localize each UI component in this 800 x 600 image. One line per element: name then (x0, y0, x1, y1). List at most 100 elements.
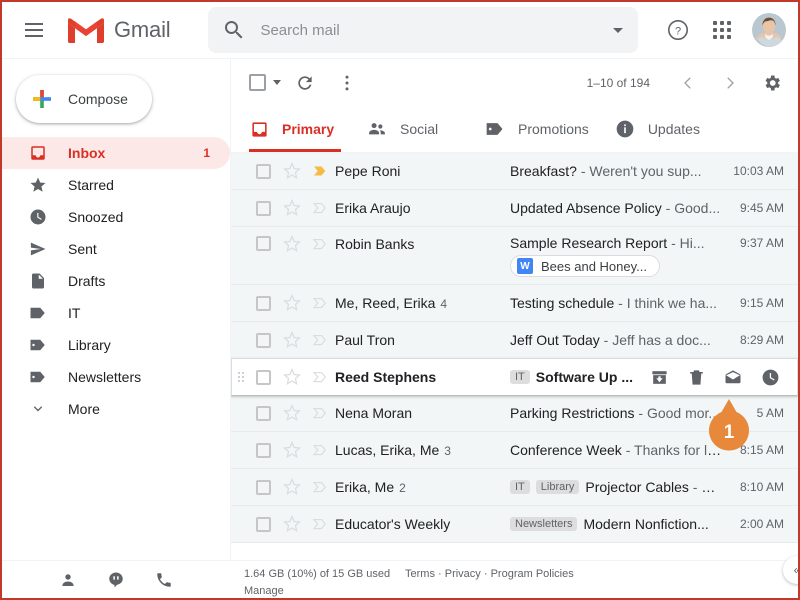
row-checkbox[interactable] (248, 516, 279, 532)
table-row[interactable]: Pepe Roni Breakfast? - Weren't you sup..… (231, 153, 798, 190)
sidebar-item-drafts[interactable]: Drafts (2, 265, 230, 297)
star-toggle[interactable] (279, 368, 305, 386)
subject-cell: Conference Week - Thanks for le... (510, 440, 724, 460)
sidebar-item-sent[interactable]: Sent (2, 233, 230, 265)
table-row[interactable]: Paul Tron Jeff Out Today - Jeff has a do… (231, 322, 798, 359)
privacy-link[interactable]: Privacy (445, 568, 481, 580)
next-page-button[interactable] (712, 65, 748, 101)
sidebar-item-it[interactable]: IT (2, 297, 230, 329)
row-checkbox[interactable] (248, 369, 279, 385)
manage-storage-link[interactable]: Manage (244, 583, 405, 598)
sidebar-item-starred[interactable]: Starred (2, 169, 230, 201)
important-marker-icon[interactable] (305, 199, 335, 217)
label-chip[interactable]: Newsletters (510, 517, 578, 531)
table-row[interactable]: Erika, Me 2 IT Library Projector Cables -… (231, 469, 798, 506)
sender-name: Lucas, Erika, Me 3 (335, 442, 451, 458)
important-marker-icon[interactable] (305, 404, 335, 422)
terms-link[interactable]: Terms (405, 568, 435, 580)
star-toggle[interactable] (279, 199, 305, 217)
star-toggle[interactable] (279, 478, 305, 496)
tab-primary[interactable]: Primary (239, 106, 357, 152)
attachment-chip[interactable]: W Bees and Honey... (510, 255, 660, 277)
subject-text: Modern Nonfiction... (583, 516, 709, 532)
sidebar-item-inbox[interactable]: Inbox 1 (2, 137, 230, 169)
hangouts-icon[interactable] (106, 570, 126, 590)
people-icon (367, 119, 387, 139)
subject-text: Software Up ... (535, 369, 634, 385)
compose-button[interactable]: Compose (16, 75, 152, 123)
archive-icon[interactable] (649, 367, 669, 387)
tab-updates[interactable]: Updates (605, 106, 723, 152)
important-marker-icon[interactable] (305, 478, 335, 496)
star-toggle[interactable] (279, 331, 305, 349)
delete-icon[interactable] (686, 367, 706, 387)
label-chip[interactable]: IT (510, 370, 530, 384)
sidebar-item-more[interactable]: More (2, 393, 230, 425)
more-options-button[interactable] (329, 65, 365, 101)
important-marker-icon[interactable] (305, 515, 335, 533)
google-apps-icon[interactable] (702, 10, 742, 50)
important-marker-icon[interactable] (305, 162, 335, 180)
label-icon (28, 367, 48, 387)
settings-gear-icon[interactable] (754, 65, 790, 101)
star-toggle[interactable] (279, 235, 305, 253)
email-time: 10:03 AM (733, 164, 784, 178)
table-row[interactable]: Erika Araujo Updated Absence Policy - Go… (231, 190, 798, 227)
table-row[interactable]: Educator's Weekly Newsletters Modern Non… (231, 506, 798, 543)
sidebar-item-library[interactable]: Library (2, 329, 230, 361)
sidebar-item-newsletters[interactable]: Newsletters (2, 361, 230, 393)
label-chip[interactable]: Library (535, 480, 580, 494)
previous-page-button[interactable] (670, 65, 706, 101)
tab-social[interactable]: Social (357, 106, 475, 152)
important-marker-icon[interactable] (305, 368, 335, 386)
drag-handle[interactable] (234, 372, 248, 382)
important-marker-icon[interactable] (305, 331, 335, 349)
row-checkbox[interactable] (248, 479, 279, 495)
top-bar-actions: ? (658, 10, 798, 50)
avatar[interactable] (752, 13, 786, 47)
phone-icon[interactable] (154, 570, 174, 590)
row-checkbox[interactable] (248, 405, 279, 421)
label-icon (28, 303, 48, 323)
label-icon (28, 335, 48, 355)
row-checkbox[interactable] (248, 332, 279, 348)
row-checkbox[interactable] (248, 200, 279, 216)
row-checkbox[interactable] (248, 163, 279, 179)
plus-icon (33, 90, 51, 108)
star-toggle[interactable] (279, 162, 305, 180)
table-row[interactable]: Me, Reed, Erika 4 Testing schedule - I th… (231, 285, 798, 322)
email-time: 5 AM (756, 406, 784, 420)
tab-label: Updates (647, 121, 700, 137)
mark-as-read-icon[interactable] (723, 367, 743, 387)
search-input[interactable] (260, 21, 607, 39)
star-toggle[interactable] (279, 404, 305, 422)
search-options-icon[interactable] (606, 18, 630, 42)
refresh-button[interactable] (287, 65, 323, 101)
attachment-name: Bees and Honey... (541, 258, 647, 274)
table-row[interactable]: Nena Moran Parking Restrictions - Good m… (231, 395, 798, 432)
row-checkbox[interactable] (248, 295, 279, 311)
important-marker-icon[interactable] (305, 294, 335, 312)
star-toggle[interactable] (279, 515, 305, 533)
star-toggle[interactable] (279, 441, 305, 459)
table-row[interactable]: Reed Stephens IT Software Up ... (231, 359, 798, 395)
program-policies-link[interactable]: Program Policies (491, 568, 574, 580)
tab-promotions[interactable]: Promotions (475, 106, 605, 152)
table-row[interactable]: Lucas, Erika, Me 3 Conference Week - Than… (231, 432, 798, 469)
row-checkbox[interactable] (248, 442, 279, 458)
snooze-icon[interactable] (760, 367, 780, 387)
search-bar[interactable] (208, 7, 639, 53)
row-checkbox[interactable] (248, 236, 279, 251)
important-marker-icon[interactable] (305, 235, 335, 253)
label-chip[interactable]: IT (510, 480, 530, 494)
star-toggle[interactable] (279, 294, 305, 312)
important-marker-icon[interactable] (305, 441, 335, 459)
sidebar-item-snoozed[interactable]: Snoozed (2, 201, 230, 233)
help-icon[interactable]: ? (658, 10, 698, 50)
tab-label: Social (400, 121, 439, 137)
select-all-checkbox[interactable] (249, 74, 281, 91)
contacts-icon[interactable] (58, 570, 78, 590)
table-row[interactable]: Robin Banks Sample Research Report - Hi.… (231, 227, 798, 285)
main-menu-icon[interactable] (10, 6, 58, 54)
chevron-down-icon (28, 399, 48, 419)
